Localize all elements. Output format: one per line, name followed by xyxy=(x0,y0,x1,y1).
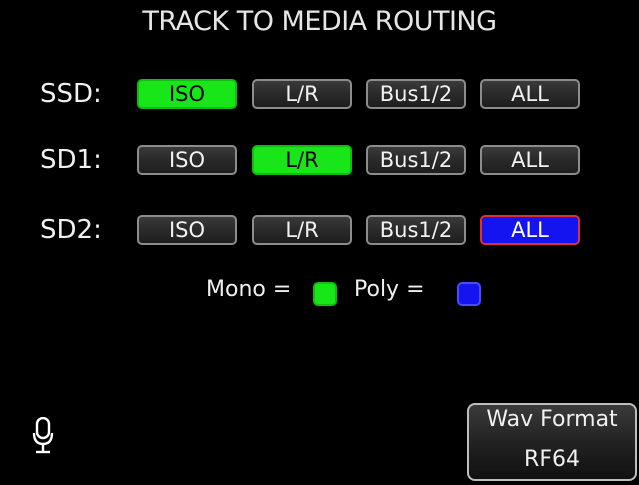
sd1-bus12-button[interactable]: Bus1/2 xyxy=(366,145,466,175)
ssd-iso-button[interactable]: ISO xyxy=(137,79,237,109)
sd1-lr-button[interactable]: L/R xyxy=(252,145,352,175)
legend-poly-label: Poly = xyxy=(354,277,425,302)
sd2-iso-button[interactable]: ISO xyxy=(137,215,237,245)
row-label-ssd: SSD: xyxy=(40,79,102,109)
format-label: Wav Format xyxy=(486,407,618,432)
row-label-sd2: SD2: xyxy=(40,215,102,245)
ssd-all-button[interactable]: ALL xyxy=(480,79,580,109)
ssd-lr-button[interactable]: L/R xyxy=(252,79,352,109)
sd2-bus12-button[interactable]: Bus1/2 xyxy=(366,215,466,245)
sd2-all-button[interactable]: ALL xyxy=(480,215,580,245)
poly-swatch xyxy=(457,282,481,306)
legend-mono-label: Mono = xyxy=(206,277,292,302)
wav-format-button[interactable]: Wav Format RF64 xyxy=(467,403,637,481)
page-title: TRACK TO MEDIA ROUTING xyxy=(142,6,497,37)
format-value: RF64 xyxy=(524,447,580,472)
sd2-lr-button[interactable]: L/R xyxy=(252,215,352,245)
ssd-bus12-button[interactable]: Bus1/2 xyxy=(366,79,466,109)
sd1-iso-button[interactable]: ISO xyxy=(137,145,237,175)
sd1-all-button[interactable]: ALL xyxy=(480,145,580,175)
legend: Mono = Poly = xyxy=(0,277,639,311)
microphone-icon[interactable] xyxy=(32,416,54,455)
row-label-sd1: SD1: xyxy=(40,145,102,175)
mono-swatch xyxy=(313,282,337,306)
